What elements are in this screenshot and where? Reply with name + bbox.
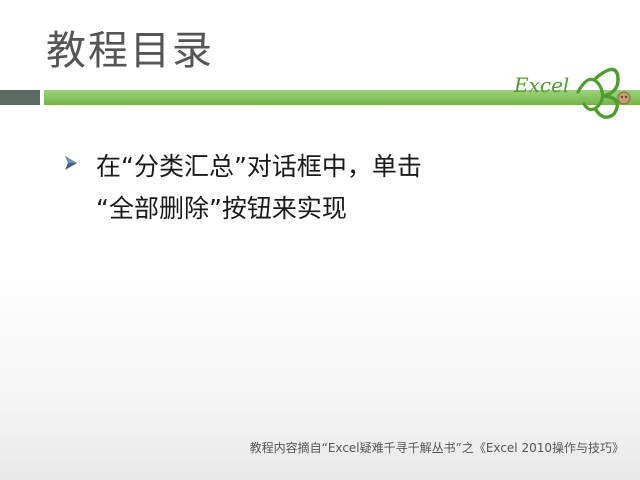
- logo-text: Excel: [513, 73, 569, 97]
- slide-canvas: 教程目录 Excel 在“分类汇总”对话框中，单击 “全部删除”按钮来实现 教程…: [0, 0, 640, 480]
- arrow-bullet-icon: [65, 156, 77, 170]
- header-band-dark: [0, 90, 40, 105]
- footer-note: 教程内容摘自“Excel疑难千寻千解丛书”之《Excel 2010操作与技巧》: [249, 441, 624, 455]
- excel-logo-icon: Excel: [513, 67, 631, 119]
- bullet-text: 在“分类汇总”对话框中，单击 “全部删除”按钮来实现: [96, 152, 422, 223]
- slide-title: 教程目录: [46, 28, 214, 74]
